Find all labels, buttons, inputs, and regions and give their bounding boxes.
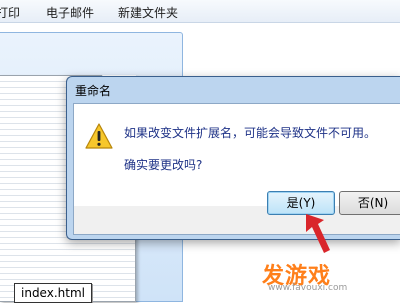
dialog-title: 重命名 bbox=[75, 84, 112, 98]
dialog-question: 确实要更改吗? bbox=[124, 158, 203, 172]
warning-icon bbox=[85, 123, 113, 149]
rename-dialog: 重命名 如果改变文件扩展名，可能会导致文件不可用。 确实要更改吗? 是(Y) 否… bbox=[66, 76, 400, 240]
watermark-url: www.favouxi.com bbox=[268, 283, 348, 293]
toolbar-item-new-folder[interactable]: 新建文件夹 bbox=[118, 4, 178, 21]
toolbar-item-email[interactable]: 电子邮件 bbox=[46, 4, 94, 21]
filename-edit-box[interactable]: index.html bbox=[14, 283, 92, 303]
explorer-toolbar: 打印 电子邮件 新建文件夹 bbox=[0, 0, 400, 23]
dialog-message: 如果改变文件扩展名，可能会导致文件不可用。 bbox=[124, 126, 377, 140]
toolbar-item-print[interactable]: 打印 bbox=[0, 4, 20, 21]
no-button[interactable]: 否(N) bbox=[339, 191, 400, 215]
annotation-arrow-icon bbox=[306, 214, 330, 253]
